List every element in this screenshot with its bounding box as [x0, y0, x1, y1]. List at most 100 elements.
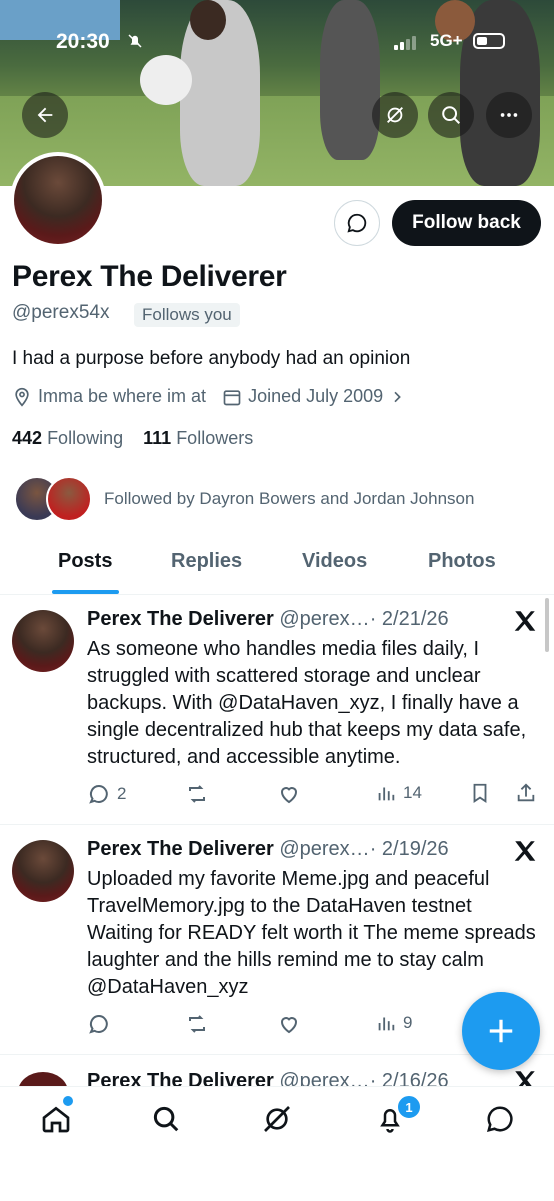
x-logo-icon — [514, 611, 536, 631]
views-button[interactable]: 14 — [375, 782, 422, 804]
mutual-avatar — [46, 476, 92, 522]
signal-icon — [394, 34, 416, 50]
mute-bell-icon — [126, 32, 144, 55]
views-count: 14 — [403, 783, 422, 802]
bottom-nav — [0, 1086, 554, 1201]
post-actions: 2 14 — [87, 782, 547, 808]
like-button[interactable] — [277, 1012, 301, 1036]
profile-name: Perex The Deliverer — [12, 260, 287, 293]
search-icon — [153, 1106, 179, 1132]
follow-back-button[interactable]: Follow back — [392, 200, 541, 246]
post-item[interactable]: Perex The Deliverer @perex…· 2/16/26 — [0, 1056, 554, 1086]
message-button[interactable] — [334, 200, 380, 246]
network-label: 5G+ — [430, 31, 463, 50]
profile-joined: Joined July 2009 — [248, 386, 384, 406]
follows-you-badge: Follows you — [134, 303, 240, 327]
post-handle: @perex… — [279, 608, 370, 630]
tab-posts[interactable]: Posts — [58, 550, 112, 573]
like-button[interactable] — [277, 782, 301, 806]
chat-icon — [347, 213, 367, 233]
following-count: 442 — [12, 428, 43, 448]
share-icon — [517, 783, 535, 802]
views-button[interactable]: 9 — [375, 1012, 412, 1034]
search-icon — [442, 106, 460, 124]
battery-icon — [473, 33, 505, 49]
more-icon — [500, 113, 518, 117]
tab-photos[interactable]: Photos — [428, 550, 496, 573]
profile-tabs: Posts Replies Videos Photos — [0, 540, 554, 595]
reply-icon — [89, 1014, 108, 1034]
compose-button[interactable] — [462, 992, 540, 1070]
nav-search[interactable] — [148, 1101, 184, 1137]
chevron-right-icon[interactable] — [389, 389, 405, 405]
post-header: Perex The Deliverer @perex…· 2/19/26 — [87, 838, 449, 861]
more-button[interactable] — [486, 92, 532, 138]
home-unread-dot — [61, 1094, 75, 1108]
profile-avatar[interactable] — [10, 152, 106, 248]
reply-button[interactable] — [87, 1012, 111, 1036]
notifications-badge: 1 — [396, 1094, 422, 1120]
profile-location: Imma be where im at — [38, 386, 207, 406]
post-text: As someone who handles media files daily… — [87, 638, 527, 768]
reply-icon — [89, 784, 108, 804]
status-time: 20:30 — [56, 30, 110, 53]
following-label: Following — [47, 428, 124, 448]
views-icon — [378, 1017, 395, 1031]
reply-count: 2 — [117, 784, 127, 803]
reply-button[interactable]: 2 — [87, 782, 126, 806]
tab-videos[interactable]: Videos — [302, 550, 367, 573]
followers-count: 111 — [143, 428, 172, 448]
post-header: Perex The Deliverer @perex…· 2/16/26 — [87, 1070, 449, 1086]
followed-by-text: Followed by Dayron Bowers and Jordan Joh… — [104, 489, 475, 508]
bookmark-button[interactable] — [469, 782, 491, 804]
repost-button[interactable] — [185, 782, 209, 806]
post-header: Perex The Deliverer @perex…· 2/21/26 — [87, 608, 449, 631]
profile-bio: I had a purpose before anybody had an op… — [12, 348, 411, 369]
tab-replies[interactable]: Replies — [171, 550, 242, 573]
grok-button[interactable] — [372, 92, 418, 138]
status-bar: 20:30 5G+ — [0, 26, 554, 60]
chat-icon — [486, 1106, 513, 1133]
share-button[interactable] — [515, 782, 537, 804]
post-avatar[interactable] — [18, 1072, 68, 1086]
back-arrow-icon — [37, 107, 53, 123]
views-count: 9 — [403, 1013, 413, 1032]
post-item[interactable]: Perex The Deliverer @perex…· 2/21/26 As … — [0, 596, 554, 825]
like-icon — [280, 1017, 298, 1034]
x-logo-icon — [514, 841, 536, 861]
repost-icon — [189, 785, 205, 803]
post-date: · 2/16/26 — [369, 1070, 449, 1086]
grok-icon — [387, 107, 403, 123]
post-handle: @perex… — [279, 838, 370, 860]
repost-button[interactable] — [185, 1012, 209, 1036]
post-avatar[interactable] — [12, 840, 74, 902]
plus-icon — [489, 1019, 513, 1043]
followers-link[interactable]: 111 Followers — [143, 428, 253, 448]
back-button[interactable] — [22, 92, 68, 138]
post-date: · 2/19/26 — [369, 838, 449, 860]
post-avatar[interactable] — [12, 610, 74, 672]
post-handle: @perex… — [279, 1070, 370, 1086]
post-date: · 2/21/26 — [369, 608, 449, 630]
x-logo-icon — [515, 1071, 535, 1086]
post-text: Uploaded my favorite Meme.jpg and peacef… — [87, 868, 536, 998]
post-author: Perex The Deliverer — [87, 1070, 274, 1086]
followers-label: Followers — [176, 428, 254, 448]
profile-counts: 442 Following 111 Followers — [12, 428, 253, 449]
mutual-followers[interactable]: Followed by Dayron Bowers and Jordan Joh… — [14, 476, 474, 522]
repost-icon — [189, 1015, 205, 1033]
nav-messages[interactable] — [482, 1101, 518, 1137]
views-icon — [378, 787, 395, 801]
post-author: Perex The Deliverer — [87, 838, 274, 860]
profile-meta: Imma be where im at Joined July 2009 — [12, 386, 405, 407]
bookmark-icon — [473, 783, 487, 803]
active-tab-indicator — [52, 590, 119, 594]
location-icon — [15, 387, 29, 407]
profile-handle: @perex54x — [12, 302, 110, 323]
search-button[interactable] — [428, 92, 474, 138]
like-icon — [280, 787, 298, 804]
nav-grok[interactable] — [259, 1101, 295, 1137]
banner-ball — [140, 55, 192, 105]
banner-player — [320, 0, 380, 160]
following-link[interactable]: 442 Following — [12, 428, 123, 448]
